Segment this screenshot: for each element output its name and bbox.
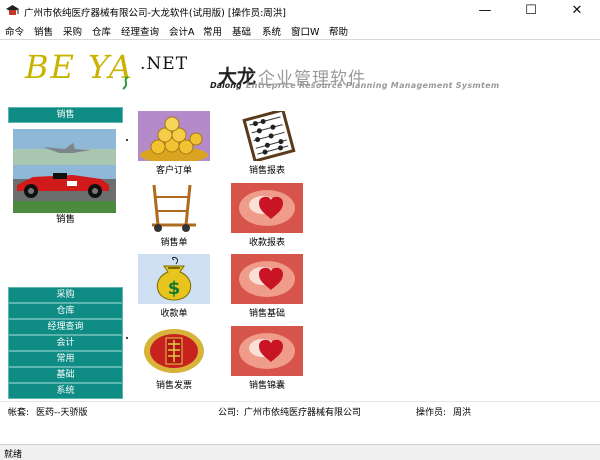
abacus-icon bbox=[231, 111, 303, 161]
tile-sales-order[interactable]: 销售单 bbox=[138, 183, 210, 249]
sidebar-active-label: 销售 bbox=[55, 214, 75, 225]
menu-window[interactable]: 窗口W bbox=[291, 24, 319, 38]
heart-icon bbox=[231, 183, 303, 233]
sidebar-item-system[interactable]: 系统 bbox=[8, 383, 123, 399]
svg-text:$: $ bbox=[168, 278, 181, 299]
menu-help[interactable]: 帮助 bbox=[329, 24, 348, 38]
close-button[interactable]: ✕ bbox=[554, 0, 600, 22]
logo-net-text: .NET bbox=[140, 54, 189, 74]
company-value: 广州市依纯医疗器械有限公司 bbox=[244, 408, 362, 418]
tile-receipt-report[interactable]: 收款报表 bbox=[231, 183, 303, 249]
menu-accounting[interactable]: 会计A bbox=[169, 24, 195, 38]
logo-swirl-icon bbox=[122, 76, 129, 90]
title-bar[interactable]: 广州市依纯医疗器械有限公司-大龙软件(试用版) [操作员:周洪] — ☐ ✕ bbox=[0, 0, 600, 22]
minimize-button[interactable]: — bbox=[462, 0, 508, 22]
sidebar-item-manager-query[interactable]: 经理查询 bbox=[8, 319, 123, 335]
app-icon bbox=[6, 5, 19, 15]
menu-bar: 命令 销售 采购 仓库 经理查询 会计A 常用 基础 系统 窗口W 帮助 bbox=[0, 22, 600, 40]
account-label: 帐套: bbox=[8, 408, 30, 418]
header-subtitle-primary: Dalong bbox=[210, 81, 242, 90]
menu-purchase[interactable]: 采购 bbox=[63, 24, 82, 38]
invoice-emblem-icon bbox=[138, 326, 210, 376]
tile-sales-invoice[interactable]: 销售发票 bbox=[138, 326, 210, 392]
tile-sales-tips[interactable]: 销售锦囊 bbox=[231, 326, 303, 392]
heart-icon bbox=[231, 326, 303, 376]
sidebar-scroll-marks bbox=[126, 139, 128, 339]
menu-basics[interactable]: 基础 bbox=[232, 24, 251, 38]
menu-system[interactable]: 系统 bbox=[262, 24, 281, 38]
tile-customer-order[interactable]: 客户订单 bbox=[138, 111, 210, 177]
hand-truck-icon bbox=[138, 183, 210, 233]
heart-icon bbox=[231, 254, 303, 304]
tile-receipt[interactable]: $ 收款单 bbox=[138, 254, 210, 320]
menu-warehouse[interactable]: 仓库 bbox=[92, 24, 111, 38]
menu-command[interactable]: 命令 bbox=[5, 24, 24, 38]
sidebar-item-warehouse[interactable]: 仓库 bbox=[8, 303, 123, 319]
header-subtitle-secondary: Entreprice Resource Planning Management … bbox=[246, 81, 500, 90]
race-car-photo[interactable] bbox=[13, 129, 116, 213]
operator-value: 周洪 bbox=[453, 408, 472, 418]
menu-manager-query[interactable]: 经理查询 bbox=[121, 24, 159, 38]
money-bag-icon: $ bbox=[138, 254, 210, 304]
tile-label: 销售基础 bbox=[248, 309, 285, 319]
tile-label: 销售报表 bbox=[248, 166, 285, 176]
sidebar-active-section[interactable]: 销售 bbox=[8, 107, 123, 123]
operator-label: 操作员: bbox=[416, 408, 447, 418]
sidebar-item-accounting[interactable]: 会计 bbox=[8, 335, 123, 351]
account-value: 医药--天骄版 bbox=[36, 408, 88, 418]
sidebar-item-common[interactable]: 常用 bbox=[8, 351, 123, 367]
tile-label: 收款单 bbox=[160, 309, 188, 319]
menu-sales[interactable]: 销售 bbox=[34, 24, 53, 38]
tile-label: 客户订单 bbox=[155, 166, 192, 176]
tile-label: 销售单 bbox=[160, 238, 188, 248]
tile-label: 收款报表 bbox=[248, 238, 285, 248]
tile-label: 销售锦囊 bbox=[248, 381, 285, 391]
maximize-button[interactable]: ☐ bbox=[508, 0, 554, 22]
tile-sales-basics[interactable]: 销售基础 bbox=[231, 254, 303, 320]
tile-label: 销售发票 bbox=[155, 381, 192, 391]
sidebar-item-purchase[interactable]: 采购 bbox=[8, 287, 123, 303]
sidebar-item-basics[interactable]: 基础 bbox=[8, 367, 123, 383]
header-banner: BE YA .NET 大龙 企业管理软件 Dalong Entreprice R… bbox=[0, 40, 600, 107]
coins-icon bbox=[138, 111, 210, 161]
tile-sales-report[interactable]: 销售报表 bbox=[231, 111, 303, 177]
menu-common[interactable]: 常用 bbox=[203, 24, 222, 38]
sidebar: 销售 销售 采购 仓库 经理查询 会计 常用 基础 系统 bbox=[8, 107, 128, 399]
logo-text: BE YA bbox=[25, 48, 134, 86]
status-bar: 就绪 bbox=[0, 444, 600, 460]
window-title: 广州市依纯医疗器械有限公司-大龙软件(试用版) [操作员:周洪] bbox=[24, 8, 286, 19]
status-text: 就绪 bbox=[4, 450, 23, 460]
info-bar: 帐套: 医药--天骄版 公司: 广州市依纯医疗器械有限公司 操作员: 周洪 bbox=[0, 401, 600, 420]
company-label: 公司: bbox=[218, 408, 240, 418]
